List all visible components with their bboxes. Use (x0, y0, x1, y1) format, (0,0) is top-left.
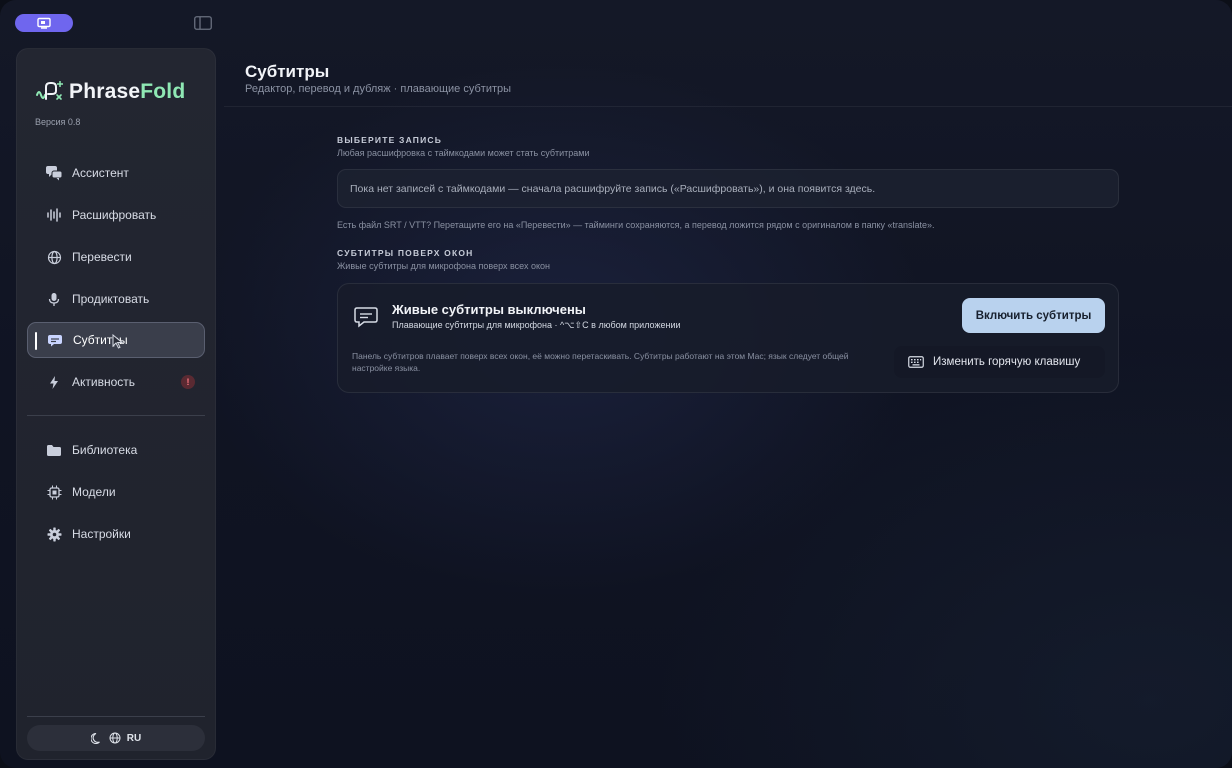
live-subtitles-description: Панель субтитров плавает поверх всех око… (352, 351, 849, 373)
app-logo: PhraseFold (35, 79, 185, 105)
change-hotkey-label: Изменить горячую клавишу (933, 356, 1081, 368)
window-mode-button[interactable] (15, 14, 73, 32)
display-icon (37, 17, 51, 29)
select-record-label: ВЫБЕРИТЕ ЗАПИСЬ (337, 135, 443, 145)
gear-icon (45, 525, 63, 543)
sidebar-item-label: Модели (72, 485, 116, 499)
records-empty-state: Пока нет записей с таймкодами — сначала … (337, 169, 1119, 208)
globe-icon[interactable] (109, 732, 121, 744)
app-version: Версия 0.8 (35, 117, 81, 127)
chat-bubbles-icon (45, 164, 63, 182)
alert-badge: ! (181, 375, 195, 389)
subtitles-icon (46, 331, 64, 349)
live-subtitles-title: Живые субтитры выключены (392, 302, 586, 317)
change-hotkey-button[interactable]: Изменить горячую клавишу (894, 346, 1105, 378)
sidebar-item-dictate[interactable]: Продиктовать (27, 281, 205, 317)
sidebar-item-activity[interactable]: Активность ! (27, 364, 205, 400)
language-selector[interactable]: RU (127, 733, 141, 744)
sidebar-item-label: Продиктовать (72, 292, 150, 306)
sidebar-toggle-icon[interactable] (194, 16, 212, 30)
select-record-hint: Любая расшифровка с таймкодами может ста… (337, 148, 590, 158)
sidebar-item-models[interactable]: Модели (27, 474, 205, 510)
moon-icon[interactable] (90, 732, 103, 744)
phrasefold-logo-icon (36, 81, 63, 100)
sidebar-item-label: Настройки (72, 527, 131, 541)
sidebar-item-label: Библиотека (72, 443, 138, 457)
sidebar-item-label: Перевести (72, 250, 132, 264)
enable-subtitles-button[interactable]: Включить субтитры (962, 298, 1105, 333)
sidebar-footer: RU (27, 725, 205, 751)
overlay-section-hint: Живые субтитры для микрофона поверх всех… (337, 261, 550, 271)
live-subtitles-shortcut: Плавающие субтитры для микрофона · ^⌥⇧C … (392, 320, 681, 330)
sidebar-item-transcribe[interactable]: Расшифровать (27, 197, 205, 233)
sidebar-item-subtitles[interactable]: Субтитры (27, 322, 205, 358)
mouse-cursor-icon (112, 334, 124, 349)
srt-vtt-hint: Есть файл SRT / VTT? Перетащите его на «… (337, 220, 935, 230)
app-name: PhraseFold (69, 80, 186, 103)
sidebar-item-library[interactable]: Библиотека (27, 432, 205, 468)
microphone-icon (45, 290, 63, 308)
chip-icon (45, 483, 63, 501)
header-divider (224, 106, 1232, 107)
sidebar-item-settings[interactable]: Настройки (27, 516, 205, 552)
overlay-section-label: СУБТИТРЫ ПОВЕРХ ОКОН (337, 248, 474, 258)
lightning-icon (45, 373, 63, 391)
globe-icon (45, 248, 63, 266)
subtitles-icon (354, 307, 378, 328)
empty-state-text: Пока нет записей с таймкодами — сначала … (350, 182, 876, 195)
page-subtitle: Редактор, перевод и дубляж · плавающие с… (245, 83, 512, 95)
sidebar-item-label: Ассистент (72, 166, 129, 180)
sidebar-item-label: Активность (72, 375, 136, 389)
waveform-icon (45, 206, 63, 224)
keyboard-icon (908, 356, 924, 368)
sidebar-item-assistant[interactable]: Ассистент (27, 155, 205, 191)
app-window: PhraseFold Версия 0.8 Ассистент Расшифро… (0, 0, 1232, 768)
folder-icon (45, 441, 63, 459)
page-title: Субтитры (245, 62, 330, 81)
live-subtitles-card: Живые субтитры выключены Плавающие субти… (337, 283, 1119, 393)
sidebar: PhraseFold Версия 0.8 Ассистент Расшифро… (16, 48, 216, 760)
sidebar-footer-divider (27, 716, 205, 717)
sidebar-item-label: Расшифровать (72, 208, 157, 222)
sidebar-divider (27, 415, 205, 416)
sidebar-item-translate[interactable]: Перевести (27, 239, 205, 275)
